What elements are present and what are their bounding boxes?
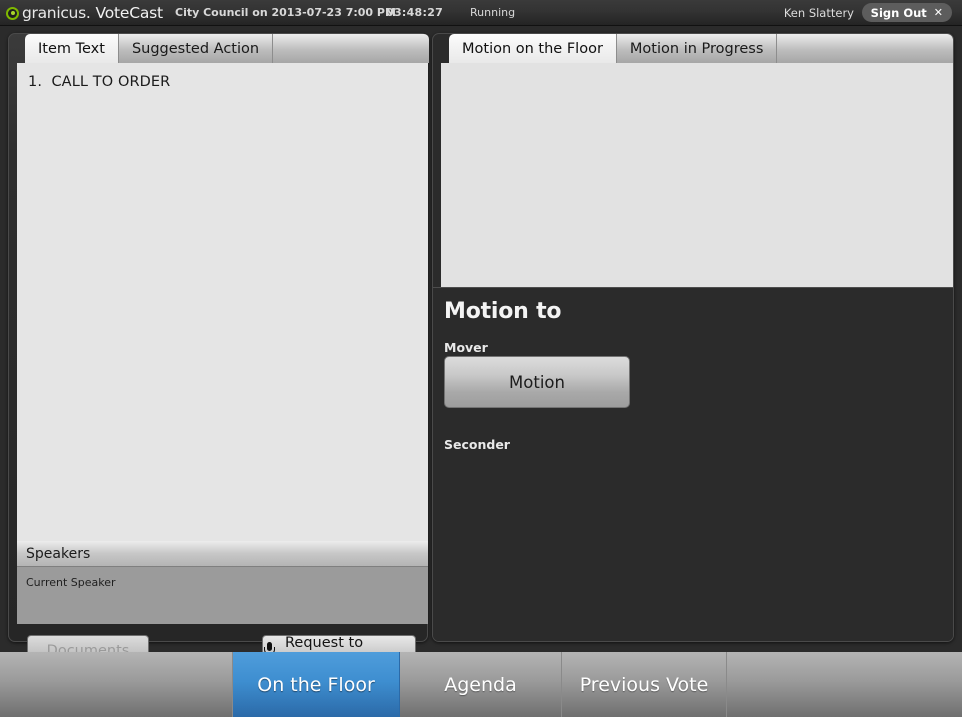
agenda-item-text: 1. CALL TO ORDER (17, 63, 428, 90)
motion-on-the-floor-content (441, 63, 954, 287)
motion-button[interactable]: Motion (444, 356, 630, 408)
nav-tab-previous-vote[interactable]: Previous Vote (562, 652, 727, 717)
motion-panel: Motion on the Floor Motion in Progress M… (432, 33, 954, 642)
item-text-content-area: 1. CALL TO ORDER (17, 63, 428, 541)
session-status: Running (470, 6, 515, 19)
sign-out-button[interactable]: Sign Out ✕ (862, 3, 952, 22)
motion-to-title: Motion to (444, 299, 561, 324)
tab-suggested-action[interactable]: Suggested Action (119, 34, 273, 63)
nav-tab-on-the-floor[interactable]: On the Floor (233, 652, 400, 717)
motion-tab-filler (777, 34, 954, 63)
granicus-circle-icon (6, 7, 19, 20)
brand-name: granicus. (22, 4, 91, 22)
nav-tab-agenda[interactable]: Agenda (400, 652, 562, 717)
motion-button-label: Motion (509, 373, 565, 392)
close-icon: ✕ (934, 7, 943, 18)
tab-motion-in-progress[interactable]: Motion in Progress (617, 34, 777, 63)
tab-motion-on-the-floor[interactable]: Motion on the Floor (449, 34, 617, 63)
item-panel: Item Text Suggested Action 1. CALL TO OR… (8, 33, 428, 642)
sign-out-label: Sign Out (871, 6, 927, 20)
nav-left-spacer (0, 652, 233, 717)
product-name: VoteCast (96, 4, 163, 22)
mover-label: Mover (444, 340, 488, 355)
nav-right-spacer (727, 652, 962, 717)
speakers-list: Current Speaker (17, 567, 428, 624)
tab-item-text[interactable]: Item Text (25, 34, 119, 63)
votecast-app: granicus. VoteCast City Council on 2013-… (0, 0, 962, 717)
current-speaker-label: Current Speaker (17, 567, 428, 589)
seconder-label: Seconder (444, 437, 510, 452)
item-tab-filler (273, 34, 429, 63)
motion-to-section: Motion to Mover Motion Seconder (433, 287, 954, 641)
item-tab-bar: Item Text Suggested Action (17, 34, 429, 63)
app-header: granicus. VoteCast City Council on 2013-… (0, 0, 962, 26)
granicus-logo: granicus. VoteCast (6, 3, 163, 23)
session-clock: 03:48:27 (386, 6, 443, 19)
motion-tab-bar: Motion on the Floor Motion in Progress (441, 34, 954, 63)
meeting-title: City Council on 2013-07-23 7:00 PM (175, 6, 396, 19)
bottom-navigation: On the Floor Agenda Previous Vote (0, 652, 962, 717)
speakers-header: Speakers (17, 541, 428, 567)
current-user-name: Ken Slattery (784, 6, 854, 20)
